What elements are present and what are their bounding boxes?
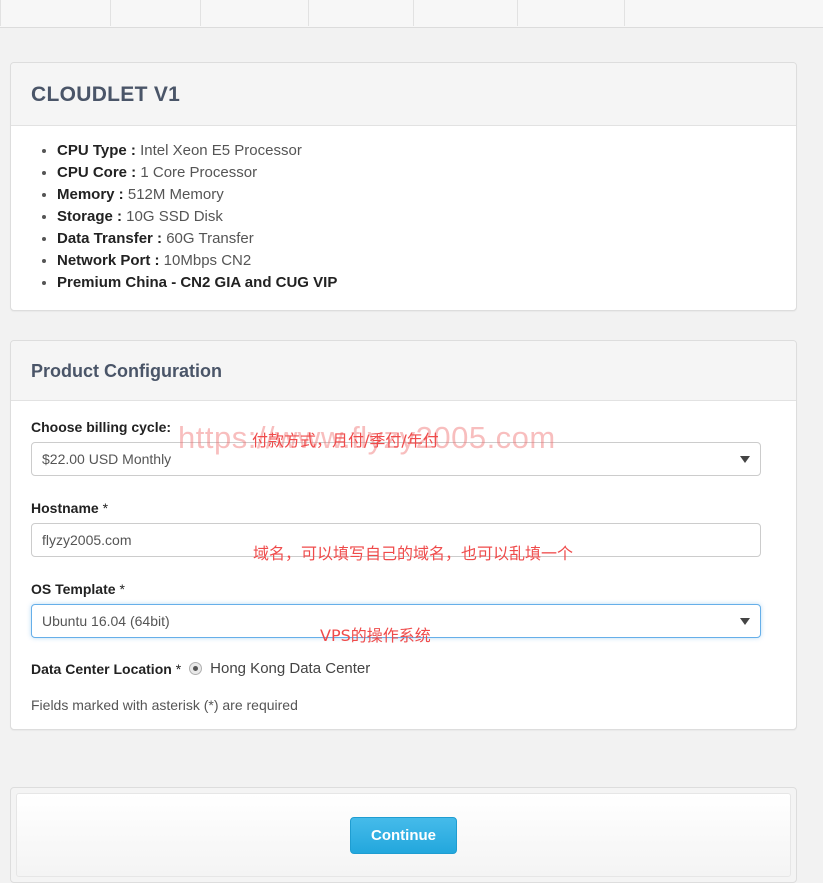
nav-tab-dashboard[interactable]: Dashboard	[0, 0, 112, 26]
hostname-label: Hostname *	[31, 500, 776, 516]
configuration-panel-heading: Product Configuration	[11, 341, 796, 401]
nav-tab-account[interactable]: Account	[309, 0, 415, 26]
billing-cycle-group: Choose billing cycle: $22.00 USD Monthly	[31, 419, 776, 476]
spec-label: Network Port :	[57, 252, 160, 269]
os-template-label-text: OS Template	[31, 581, 116, 597]
spec-label: CPU Type :	[57, 142, 136, 159]
list-item: CPU Type : Intel Xeon E5 Processor	[57, 140, 776, 162]
configuration-panel-body: Choose billing cycle: $22.00 USD Monthly…	[11, 401, 796, 729]
list-item: Network Port : 10Mbps CN2	[57, 250, 776, 272]
billing-cycle-value: $22.00 USD Monthly	[42, 451, 172, 467]
spec-label: Storage :	[57, 208, 123, 225]
hostname-input[interactable]	[31, 523, 761, 557]
spec-value: 60G Transfer	[162, 230, 254, 247]
spec-value: 1 Core Processor	[136, 164, 258, 181]
required-asterisk: *	[175, 660, 182, 677]
product-spec-list: CPU Type : Intel Xeon E5 Processor CPU C…	[31, 140, 776, 294]
nav-tab-order[interactable]: Order	[111, 0, 201, 26]
datacenter-row: Data Center Location * Hong Kong Data Ce…	[31, 660, 776, 677]
product-panel-body: CPU Type : Intel Xeon E5 Processor CPU C…	[11, 126, 796, 310]
hostname-group: Hostname *	[31, 500, 776, 557]
product-configuration-panel: Product Configuration Choose billing cyc…	[10, 340, 797, 730]
datacenter-group: Data Center Location * Hong Kong Data Ce…	[31, 660, 776, 677]
spec-value: Intel Xeon E5 Processor	[135, 142, 302, 159]
datacenter-label: Data Center Location *	[31, 661, 181, 677]
hostname-label-text: Hostname	[31, 500, 99, 516]
nav-tab-support[interactable]: Support	[414, 0, 519, 26]
list-item: Memory : 512M Memory	[57, 184, 776, 206]
chevron-down-icon	[740, 617, 750, 625]
nav-tab-affiliates[interactable]: Affiliates	[518, 0, 626, 26]
datacenter-radio-hong-kong[interactable]	[189, 662, 203, 675]
spec-label: Memory :	[57, 186, 124, 203]
billing-cycle-label: Choose billing cycle:	[31, 419, 172, 435]
configuration-title: Product Configuration	[31, 361, 222, 381]
required-fields-note: Fields marked with asterisk (*) are requ…	[31, 697, 298, 713]
list-item: Data Transfer : 60G Transfer	[57, 228, 776, 250]
submit-panel-inner: Continue	[16, 793, 791, 877]
list-item: Storage : 10G SSD Disk	[57, 206, 776, 228]
required-asterisk: *	[102, 500, 109, 516]
list-item: CPU Core : 1 Core Processor	[57, 162, 776, 184]
required-asterisk: *	[119, 581, 125, 597]
submit-panel: Continue	[10, 787, 797, 883]
list-item: Premium China - CN2 GIA and CUG VIP	[57, 272, 776, 294]
product-panel-heading: CLOUDLET V1	[11, 63, 796, 126]
billing-cycle-select[interactable]: $22.00 USD Monthly	[31, 442, 761, 476]
main-navigation: Dashboard Order Services Account Support…	[0, 0, 823, 28]
nav-tab-services[interactable]: Services	[200, 0, 310, 26]
os-template-label: OS Template *	[31, 581, 776, 597]
spec-value: 10G SSD Disk	[122, 208, 223, 225]
page-title: CLOUDLET V1	[31, 83, 181, 106]
datacenter-label-text: Data Center Location	[31, 660, 172, 677]
spec-value: 512M Memory	[123, 186, 224, 203]
os-template-value: Ubuntu 16.04 (64bit)	[42, 613, 170, 629]
spec-label: Data Transfer :	[57, 230, 163, 247]
product-summary-panel: CLOUDLET V1 CPU Type : Intel Xeon E5 Pro…	[10, 62, 797, 311]
spec-label: CPU Core :	[57, 164, 137, 181]
continue-button[interactable]: Continue	[350, 816, 457, 854]
datacenter-option-label: Hong Kong Data Center	[210, 660, 371, 677]
os-template-group: OS Template * Ubuntu 16.04 (64bit)	[31, 581, 776, 638]
spec-label: Premium China - CN2 GIA and CUG VIP	[57, 274, 338, 291]
nav-filler	[625, 0, 823, 26]
spec-value: 10Mbps CN2	[159, 252, 252, 269]
chevron-down-icon	[740, 455, 750, 463]
os-template-select[interactable]: Ubuntu 16.04 (64bit)	[31, 604, 761, 638]
